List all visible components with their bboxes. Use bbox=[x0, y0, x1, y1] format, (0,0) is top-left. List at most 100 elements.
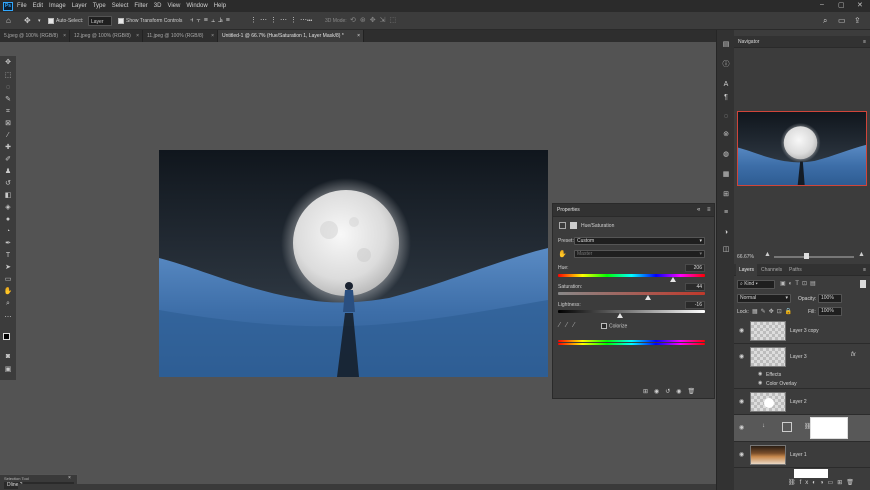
fill-field[interactable]: 100% bbox=[818, 307, 842, 316]
align-icons[interactable]: ⫞⫟≡⫠⫡≡ bbox=[190, 16, 233, 26]
channel-dropdown[interactable]: Master ▾ bbox=[574, 250, 705, 258]
menu-3d[interactable]: 3D bbox=[154, 3, 162, 9]
hue-value-field[interactable]: 206 bbox=[685, 264, 705, 272]
eyedropper-tool-icon[interactable]: ⁄ bbox=[3, 131, 13, 141]
menu-view[interactable]: View bbox=[167, 3, 180, 9]
opacity-field[interactable]: 100% bbox=[818, 294, 842, 303]
saturation-value-field[interactable]: 44 bbox=[685, 283, 705, 291]
navigator-zoom-value[interactable]: 66.67% bbox=[737, 254, 754, 260]
menu-edit[interactable]: Edit bbox=[33, 3, 43, 9]
auto-select-checkbox[interactable]: Auto-Select: bbox=[48, 16, 83, 26]
grid-icon[interactable]: ⊞ bbox=[721, 190, 731, 200]
shape-tool-icon[interactable]: ▭ bbox=[3, 275, 13, 285]
cube-icon[interactable]: ▦ bbox=[721, 170, 731, 180]
path-select-icon[interactable]: ➤ bbox=[3, 263, 13, 273]
filter-toggle[interactable] bbox=[860, 280, 866, 288]
preset-dropdown[interactable]: Custom ▾ bbox=[574, 237, 705, 245]
properties-panel-icon[interactable]: ≡ bbox=[721, 208, 731, 218]
transform-controls-checkbox[interactable]: Show Transform Controls bbox=[118, 16, 182, 26]
search-icon[interactable]: ⌕ bbox=[823, 16, 827, 26]
lock-icons[interactable]: ▦✎✥⊡🔒 bbox=[752, 308, 795, 315]
tab-untitled-1[interactable]: Untitled-1 @ 66.7% (Hue/Saturation 1, La… bbox=[218, 30, 364, 42]
paragraph-icon[interactable]: ¶ bbox=[721, 93, 731, 103]
menu-help[interactable]: Help bbox=[214, 3, 226, 9]
effect-name[interactable]: Color Overlay bbox=[766, 381, 797, 387]
zoom-out-icon[interactable]: ▲ bbox=[764, 251, 771, 258]
hue-slider-track[interactable] bbox=[558, 274, 705, 277]
lightness-value-field[interactable]: -16 bbox=[685, 301, 705, 309]
close-tab-icon[interactable]: × bbox=[357, 30, 360, 42]
frame-tool-icon[interactable]: ⊠ bbox=[3, 119, 13, 129]
visibility-eye-icon[interactable]: ◉ bbox=[739, 327, 744, 334]
document-canvas[interactable] bbox=[159, 150, 548, 377]
hue-slider-thumb[interactable] bbox=[669, 277, 676, 282]
pen-tool-icon[interactable]: ✒ bbox=[3, 239, 13, 249]
brush-tool-icon[interactable]: ✐ bbox=[3, 155, 13, 165]
horizontal-scrollbar[interactable] bbox=[18, 484, 716, 490]
3d-icon[interactable]: ◍ bbox=[721, 150, 731, 160]
tool-preset-arrow-icon[interactable]: ▾ bbox=[38, 16, 41, 26]
visibility-eye-icon[interactable]: ◉ bbox=[758, 380, 762, 386]
layer-name[interactable]: Layer 1 bbox=[790, 452, 807, 458]
layer-mask-icon[interactable] bbox=[570, 222, 577, 229]
layer-row[interactable]: ◉ Layer 3 copy bbox=[734, 318, 870, 344]
blur-tool-icon[interactable]: ● bbox=[3, 215, 13, 225]
tab-12-jpeg[interactable]: 12.jpeg @ 100% (RGB/8) × bbox=[70, 30, 143, 42]
lightness-slider-track[interactable] bbox=[558, 310, 705, 313]
filter-kind-dropdown[interactable]: ⌕ Kind ▾ bbox=[737, 280, 775, 289]
3d-mode-icons[interactable]: ⟲⊛✥⇲⬚ bbox=[350, 16, 400, 26]
menu-file[interactable]: File bbox=[17, 3, 27, 9]
blend-mode-dropdown[interactable]: Normal ▾ bbox=[737, 294, 791, 303]
navigator-zoom-slider[interactable] bbox=[774, 256, 854, 258]
menu-filter[interactable]: Filter bbox=[134, 3, 147, 9]
close-tab-icon[interactable]: × bbox=[136, 30, 139, 42]
saturation-slider-track[interactable] bbox=[558, 292, 705, 295]
home-icon[interactable]: ⌂ bbox=[6, 16, 11, 26]
history-brush-icon[interactable]: ↺ bbox=[3, 179, 13, 189]
paint-bucket-icon[interactable]: ◈ bbox=[3, 203, 13, 213]
visibility-eye-icon[interactable]: ◉ bbox=[739, 424, 744, 431]
quick-select-tool-icon[interactable]: ✎ bbox=[3, 95, 13, 105]
tab-11-jpeg[interactable]: 11.jpeg @ 100% (RGB/8) × bbox=[143, 30, 218, 42]
minimize-icon[interactable]: – bbox=[820, 1, 824, 8]
effects-fx-icon[interactable]: fx bbox=[851, 352, 856, 358]
move-tool-icon[interactable]: ✥ bbox=[3, 58, 13, 68]
adjustments-icon[interactable]: ◑ bbox=[721, 228, 731, 238]
layer-row[interactable]: ◉ Layer 3 fx bbox=[734, 344, 870, 370]
close-tab-icon[interactable]: × bbox=[63, 30, 66, 42]
layer-row[interactable]: ◉ Layer 1 bbox=[734, 442, 870, 468]
foreground-color-swatch[interactable] bbox=[3, 333, 10, 340]
menu-window[interactable]: Window bbox=[186, 3, 207, 9]
panel-menu-icon[interactable]: ≡ bbox=[707, 207, 711, 213]
close-tab-icon[interactable]: × bbox=[211, 30, 214, 42]
lasso-tool-icon[interactable]: ◌ bbox=[3, 83, 13, 93]
layer-row-partial[interactable] bbox=[734, 468, 870, 478]
visibility-eye-icon[interactable]: ◉ bbox=[739, 398, 744, 405]
distribute-icons[interactable]: ⋮⋯⋮⋯⋮⋯ bbox=[250, 16, 310, 26]
layer-name[interactable]: Layer 3 bbox=[790, 354, 807, 360]
share-icon[interactable]: ⇪ bbox=[854, 16, 861, 26]
lightness-slider-thumb[interactable] bbox=[616, 313, 623, 318]
layer-name[interactable]: Layer 2 bbox=[790, 399, 807, 405]
hand-target-icon[interactable]: ✋ bbox=[558, 250, 567, 258]
tab-channels[interactable]: Channels bbox=[758, 264, 785, 276]
screen-mode-icon[interactable]: ▣ bbox=[3, 365, 13, 375]
tab-layers[interactable]: Layers bbox=[736, 264, 758, 276]
colorize-checkbox[interactable]: Colorize bbox=[601, 323, 627, 329]
close-selection-panel-icon[interactable]: × bbox=[68, 475, 71, 481]
history-icon[interactable]: ▤ bbox=[721, 40, 731, 50]
tab-paths[interactable]: Paths bbox=[786, 264, 805, 276]
layer-name[interactable]: Layer 3 copy bbox=[790, 328, 819, 334]
brushes-icon[interactable]: ⊚ bbox=[721, 130, 731, 140]
lightbulb-icon[interactable]: ◌ bbox=[721, 112, 731, 122]
eraser-tool-icon[interactable]: ◧ bbox=[3, 191, 13, 201]
close-window-icon[interactable]: ✕ bbox=[857, 1, 863, 9]
workspace-icon[interactable]: ▭ bbox=[838, 16, 846, 26]
crop-tool-icon[interactable]: ⌗ bbox=[3, 107, 13, 117]
more-options-icon[interactable]: ••• bbox=[307, 16, 312, 26]
adjustment-layer-row[interactable]: ◉ ↓ ⛓ bbox=[734, 415, 870, 442]
visibility-eye-icon[interactable]: ◉ bbox=[758, 371, 762, 377]
menu-select[interactable]: Select bbox=[112, 3, 129, 9]
marquee-tool-icon[interactable]: ⬚ bbox=[3, 71, 13, 81]
effects-row[interactable]: ◉ Effects bbox=[734, 370, 870, 379]
